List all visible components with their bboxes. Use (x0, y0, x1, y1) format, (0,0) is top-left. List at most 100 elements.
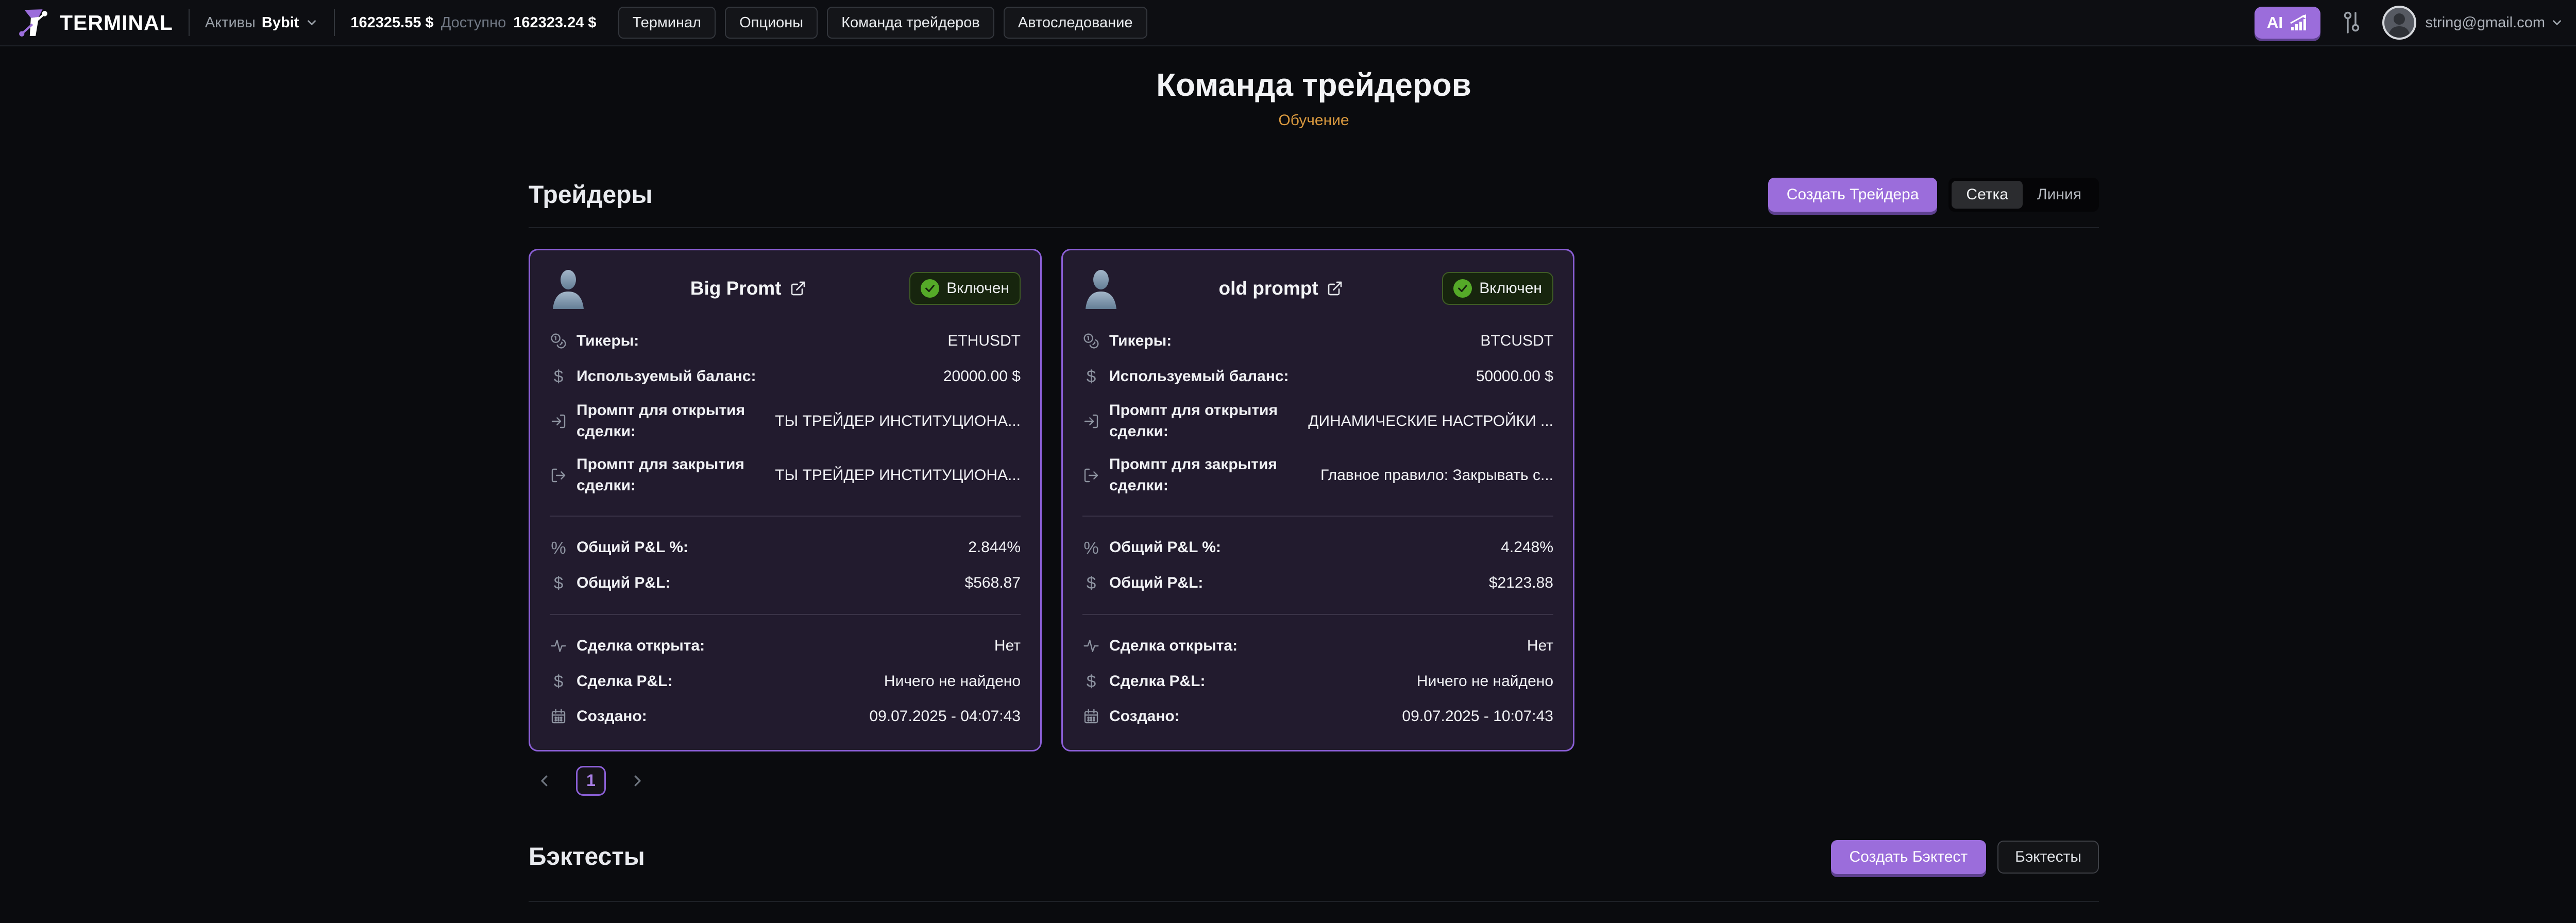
field-trade-open: Сделка открыта: Нет (1082, 628, 1553, 664)
status-label: Включен (1479, 280, 1542, 297)
trader-fields: Тикеры: BTCUSDT $ Используемый баланс: 5… (1082, 323, 1553, 734)
coins-icon (1082, 333, 1100, 349)
user-email: string@gmail.com (2426, 14, 2546, 31)
field-value: ETHUSDT (947, 332, 1021, 350)
account-chevron-down-icon[interactable] (2550, 16, 2564, 29)
field-trade-pnl: $ Сделка P&L: Ничего не найдено (1082, 664, 1553, 699)
nav-autofollow-button[interactable]: Автоследование (1004, 7, 1147, 39)
trader-cards: Big Promt Включен (529, 249, 2099, 751)
nav-options-button[interactable]: Опционы (725, 7, 818, 39)
view-toggle: Сетка Линия (1948, 178, 2099, 212)
main-content: Команда трейдеров Обучение Трейдеры Созд… (529, 67, 2099, 902)
card-divider (1082, 614, 1553, 615)
page-title: Команда трейдеров (529, 67, 2099, 104)
field-value: 09.07.2025 - 04:07:43 (869, 708, 1021, 725)
field-value: 20000.00 $ (943, 368, 1021, 385)
field-label: Создано: (1109, 706, 1180, 727)
field-value: 50000.00 $ (1476, 368, 1553, 385)
activity-icon (1082, 638, 1100, 654)
field-balance: $ Используемый баланс: 20000.00 $ (550, 359, 1021, 395)
field-value: 4.248% (1501, 539, 1553, 556)
main-nav: Терминал Опционы Команда трейдеров Автос… (618, 7, 1147, 39)
field-tickers: Тикеры: BTCUSDT (1082, 323, 1553, 359)
field-total-pnl-pct: % Общий P&L %: 2.844% (550, 530, 1021, 566)
ai-button-label: AI (2267, 13, 2283, 32)
create-backtest-button[interactable]: Создать Бэктест (1831, 840, 1987, 874)
traders-heading: Трейдеры (529, 181, 653, 209)
trader-card: old prompt Включен (1061, 249, 1574, 751)
pagination-prev-icon[interactable] (537, 772, 552, 790)
field-value: ТЫ ТРЕЙДЕР ИНСТИТУЦИОНА... (775, 413, 1021, 430)
field-label: Общий P&L %: (1109, 537, 1221, 558)
brand: TERMINAL (18, 7, 173, 39)
available-label: Доступно (441, 14, 506, 31)
exchange-name: Bybit (262, 14, 299, 31)
field-tickers: Тикеры: ETHUSDT (550, 323, 1021, 359)
log-out-icon (1082, 467, 1100, 484)
field-close-prompt: Промпт для закрытия сделки: Главное прав… (1082, 448, 1553, 502)
field-value: ДИНАМИЧЕСКИЕ НАСТРОЙКИ ... (1308, 413, 1553, 430)
log-out-icon (550, 467, 567, 484)
user-avatar[interactable] (2382, 6, 2416, 40)
traders-actions: Создать Трейдера Сетка Линия (1768, 178, 2099, 212)
field-total-pnl: $ Общий P&L: $2123.88 (1082, 566, 1553, 601)
dollar-icon: $ (550, 368, 567, 385)
ai-assistant-button[interactable]: AI (2255, 7, 2320, 39)
field-label: Общий P&L: (577, 573, 670, 594)
assets-exchange-selector[interactable]: Активы Bybit (205, 14, 319, 31)
log-in-icon (1082, 413, 1100, 430)
field-label: Сделка открыта: (1109, 636, 1238, 657)
check-circle-icon (921, 279, 939, 298)
field-label: Тикеры: (577, 331, 639, 352)
view-toggle-grid[interactable]: Сетка (1952, 181, 2023, 209)
dollar-icon: $ (1082, 574, 1100, 591)
total-balance: 162325.55 $ (350, 14, 433, 31)
divider (334, 9, 335, 36)
nav-terminal-button[interactable]: Терминал (618, 7, 716, 39)
percent-icon: % (550, 539, 567, 556)
backtests-heading: Бэктесты (529, 843, 645, 871)
traders-section-header: Трейдеры Создать Трейдера Сетка Линия (529, 178, 2099, 212)
create-trader-button[interactable]: Создать Трейдера (1768, 178, 1938, 212)
field-value: Главное правило: Закрывать с... (1320, 467, 1553, 484)
backtests-list-button[interactable]: Бэктесты (1997, 841, 2099, 874)
external-link-icon[interactable] (1327, 280, 1343, 297)
settings-sliders-icon[interactable] (2341, 11, 2362, 35)
brand-name: TERMINAL (60, 11, 173, 35)
field-label: Используемый баланс: (1109, 366, 1289, 387)
status-badge: Включен (1442, 272, 1553, 305)
field-label: Используемый баланс: (577, 366, 756, 387)
field-value: $568.87 (965, 574, 1021, 592)
field-label: Сделка P&L: (577, 671, 672, 692)
pagination-next-icon[interactable] (630, 772, 645, 790)
nav-traders-team-button[interactable]: Команда трейдеров (827, 7, 994, 39)
field-close-prompt: Промпт для закрытия сделки: ТЫ ТРЕЙДЕР И… (550, 448, 1021, 502)
view-toggle-line[interactable]: Линия (2023, 181, 2096, 209)
field-value: Нет (1527, 637, 1553, 655)
training-link[interactable]: Обучение (529, 112, 2099, 129)
percent-icon: % (1082, 539, 1100, 556)
dollar-icon: $ (550, 673, 567, 690)
field-value: Ничего не найдено (1417, 673, 1553, 690)
external-link-icon[interactable] (790, 280, 806, 297)
pagination-page-1[interactable]: 1 (576, 766, 606, 796)
field-value: $2123.88 (1489, 574, 1553, 592)
field-label: Промпт для закрытия сделки: (1109, 454, 1290, 496)
field-open-prompt: Промпт для открытия сделки: ТЫ ТРЕЙДЕР И… (550, 394, 1021, 448)
field-balance: $ Используемый баланс: 50000.00 $ (1082, 359, 1553, 395)
status-badge: Включен (909, 272, 1021, 305)
calendar-icon (1082, 708, 1100, 725)
card-divider (550, 614, 1021, 615)
field-value: BTCUSDT (1480, 332, 1553, 350)
trader-card-header: Big Promt Включен (550, 268, 1021, 309)
dollar-icon: $ (1082, 368, 1100, 385)
field-trade-pnl: $ Сделка P&L: Ничего не найдено (550, 664, 1021, 699)
section-divider (529, 227, 2099, 228)
trader-card: Big Promt Включен (529, 249, 1042, 751)
available-balance: 162323.24 $ (513, 14, 596, 31)
field-open-prompt: Промпт для открытия сделки: ДИНАМИЧЕСКИЕ… (1082, 394, 1553, 448)
field-label: Сделка открыта: (577, 636, 705, 657)
status-label: Включен (946, 280, 1009, 297)
trader-name: old prompt (1219, 278, 1318, 299)
pagination: 1 (529, 766, 2099, 796)
